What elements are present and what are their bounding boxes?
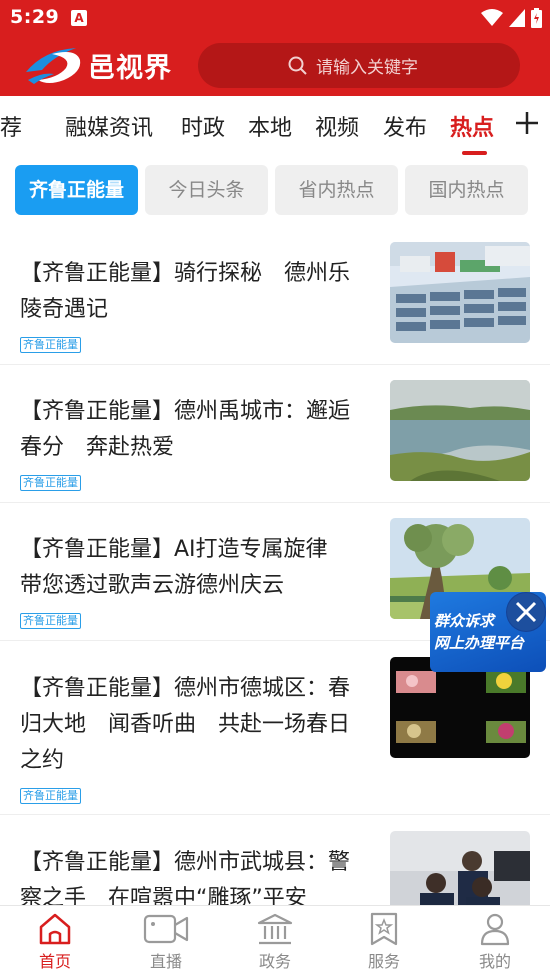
chip-province-hot[interactable]: 省内热点	[275, 165, 398, 215]
tab-recommend[interactable]: 推荐	[0, 110, 22, 142]
news-item[interactable]: 【齐鲁正能量】德州禹城市：邂逅春分 奔赴热爱 齐鲁正能量	[0, 365, 550, 503]
chip-qilu-positive-energy[interactable]: 齐鲁正能量	[15, 165, 138, 215]
add-tab-icon[interactable]	[512, 108, 542, 138]
nav-services-label: 服务	[367, 952, 400, 971]
nav-home-label: 首页	[38, 952, 71, 971]
news-thumbnail	[390, 242, 530, 343]
home-icon	[39, 913, 71, 945]
battery-icon	[531, 8, 542, 28]
nav-home[interactable]: 首页	[15, 912, 95, 972]
nav-government-label: 政务	[258, 952, 291, 971]
chip-national-hot[interactable]: 国内热点	[405, 165, 528, 215]
nav-services[interactable]: 服务	[344, 912, 424, 972]
cellular-signal-icon	[509, 9, 525, 27]
chip-today-headlines[interactable]: 今日头条	[145, 165, 268, 215]
status-indicators	[481, 8, 542, 28]
video-camera-icon	[143, 914, 189, 944]
tab-politics[interactable]: 时政	[181, 110, 225, 142]
tab-video[interactable]: 视频	[315, 110, 359, 142]
badge-line-1: 群众诉求	[434, 612, 495, 630]
bookmark-star-icon	[370, 912, 398, 946]
nav-government[interactable]: 政务	[235, 912, 315, 972]
close-icon[interactable]	[506, 592, 546, 632]
nav-profile-label: 我的	[478, 952, 511, 971]
news-item[interactable]: 【齐鲁正能量】骑行探秘 德州乐陵奇遇记 齐鲁正能量	[0, 228, 550, 365]
news-title: 【齐鲁正能量】德州市德城区：春归大地 闻香听曲 共赴一场春日之约	[20, 676, 351, 773]
badge-line-2: 网上办理平台	[434, 634, 525, 652]
news-tag: 齐鲁正能量	[20, 788, 81, 804]
sub-category-chips: 齐鲁正能量 今日头条 省内热点 国内热点	[0, 165, 550, 215]
status-time: 5:29	[10, 6, 60, 28]
logo-mark-icon	[26, 48, 81, 84]
news-tag: 齐鲁正能量	[20, 475, 81, 491]
news-title: 【齐鲁正能量】AI打造专属旋律 带您透过歌声云游德州庆云	[20, 537, 350, 598]
news-tag: 齐鲁正能量	[20, 337, 81, 353]
user-icon	[480, 913, 510, 946]
tab-media-news[interactable]: 融媒资讯	[65, 110, 153, 142]
nav-live[interactable]: 直播	[126, 912, 206, 972]
search-input[interactable]: 请输入关键字	[198, 43, 520, 88]
news-tag: 齐鲁正能量	[20, 613, 81, 629]
category-tab-bar: 推荐 融媒资讯 时政 本地 视频 发布 热点	[0, 96, 550, 158]
tab-local[interactable]: 本地	[248, 110, 292, 142]
logo-text: 邑视界	[88, 52, 172, 84]
app-notification-icon: A	[71, 10, 87, 26]
news-thumbnail	[390, 380, 530, 481]
news-title: 【齐鲁正能量】德州禹城市：邂逅春分 奔赴热爱	[20, 399, 351, 460]
bottom-navigation: 首页 直播 政务 服务 我的	[0, 905, 550, 979]
search-icon	[288, 56, 307, 75]
news-thumbnail	[390, 657, 530, 758]
app-header: 邑视界 请输入关键字	[0, 36, 550, 96]
search-placeholder: 请输入关键字	[316, 58, 418, 78]
tab-publish[interactable]: 发布	[383, 110, 427, 142]
news-item[interactable]: 【齐鲁正能量】德州市武城县：警察之手 在喧嚣中“雕琢”平安	[0, 815, 550, 932]
nav-profile[interactable]: 我的	[455, 912, 535, 972]
wifi-icon	[481, 9, 503, 26]
tab-hot[interactable]: 热点	[450, 110, 494, 142]
active-tab-indicator	[462, 151, 487, 155]
news-title: 【齐鲁正能量】骑行探秘 德州乐陵奇遇记	[20, 261, 351, 322]
app-logo: 邑视界	[24, 42, 172, 88]
nav-live-label: 直播	[149, 952, 182, 971]
status-bar: 5:29 A	[0, 0, 550, 36]
government-building-icon	[257, 913, 293, 945]
